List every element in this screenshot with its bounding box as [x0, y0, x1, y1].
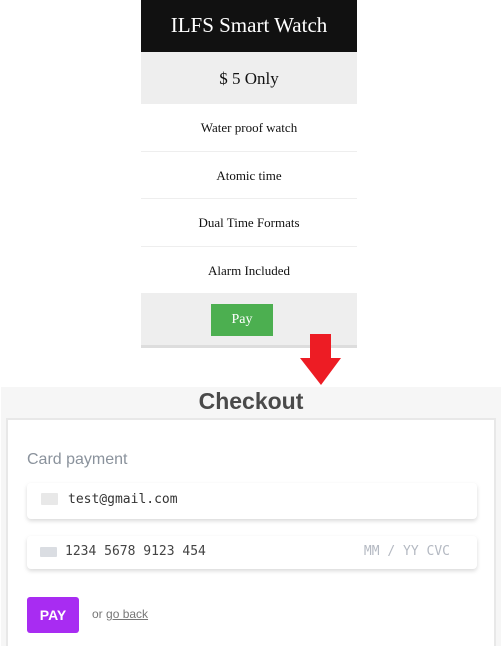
checkout-panel: Checkout Card payment test@gmail.com 123… [1, 387, 501, 646]
product-title: ILFS Smart Watch [141, 0, 357, 52]
product-card: ILFS Smart Watch $ 5 Only Water proof wa… [141, 0, 357, 348]
feature-item: Water proof watch [141, 104, 357, 152]
checkout-title: Checkout [198, 388, 304, 414]
go-back-link[interactable]: go back [106, 607, 148, 621]
card-number-field[interactable]: 1234 5678 9123 454 MM / YY CVC [27, 536, 477, 569]
email-value: test@gmail.com [68, 492, 178, 507]
or-text: or [92, 607, 107, 621]
go-back-text: or go back [92, 607, 148, 621]
card-number-value: 1234 5678 9123 454 [65, 544, 206, 559]
feature-item: Alarm Included [141, 247, 357, 294]
arrow-down-icon [300, 334, 341, 385]
credit-card-icon [40, 547, 57, 557]
expiry-cvc-field[interactable]: MM / YY CVC [364, 544, 450, 559]
product-price: $ 5 Only [141, 52, 357, 104]
checkout-pay-button[interactable]: PAY [27, 597, 79, 633]
checkout-card: Card payment test@gmail.com 1234 5678 91… [6, 418, 496, 646]
feature-item: Atomic time [141, 152, 357, 199]
email-field[interactable]: test@gmail.com [27, 483, 477, 519]
feature-item: Dual Time Formats [141, 199, 357, 247]
pay-button[interactable]: Pay [211, 304, 273, 336]
card-payment-label: Card payment [27, 451, 128, 468]
envelope-icon [41, 493, 58, 505]
